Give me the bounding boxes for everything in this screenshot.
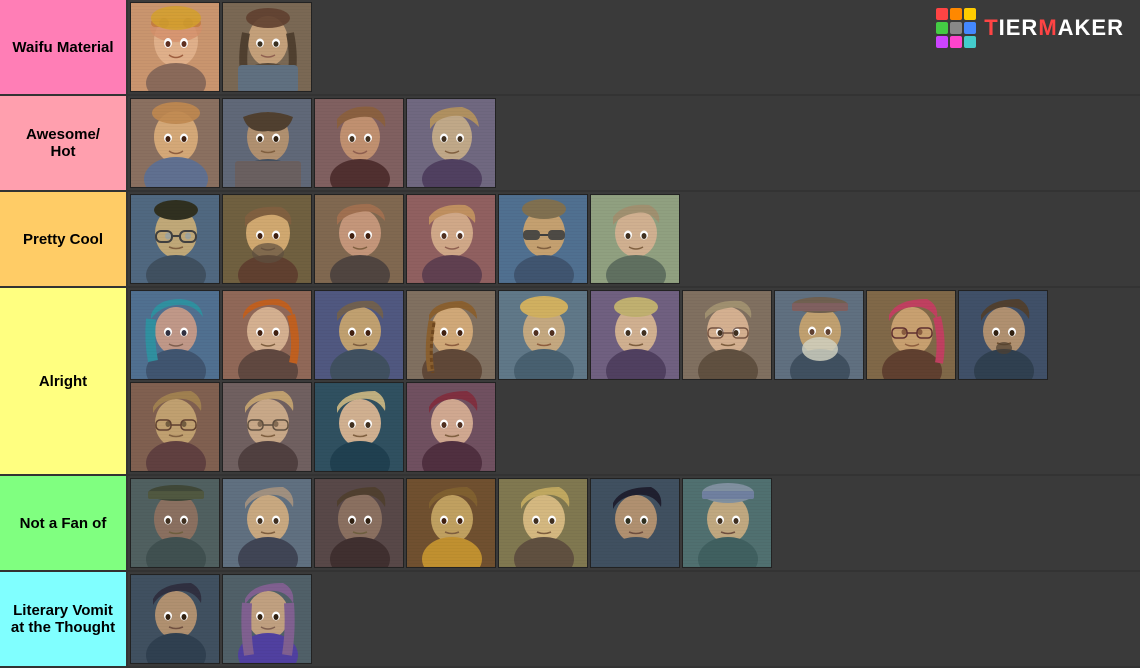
char-portrait[interactable] — [498, 290, 588, 380]
char-portrait[interactable] — [406, 290, 496, 380]
tier-label-waifu: Waifu Material — [0, 0, 128, 94]
char-portrait[interactable] — [590, 290, 680, 380]
tier-row-literary: Literary Vomit at the Thought — [0, 572, 1140, 668]
char-portrait[interactable] — [958, 290, 1048, 380]
tier-row-pretty: Pretty Cool — [0, 192, 1140, 288]
portrait-svg — [223, 291, 312, 380]
portrait-svg — [223, 99, 312, 188]
char-portrait[interactable] — [222, 2, 312, 92]
char-portrait[interactable] — [590, 194, 680, 284]
portrait-svg — [131, 3, 220, 92]
portrait-svg — [499, 291, 588, 380]
portrait-svg — [775, 291, 864, 380]
char-portrait[interactable] — [222, 290, 312, 380]
char-portrait[interactable] — [314, 98, 404, 188]
char-portrait[interactable] — [314, 478, 404, 568]
portrait-svg — [591, 195, 680, 284]
portrait-svg — [499, 195, 588, 284]
tier-content-pretty — [128, 192, 1140, 286]
logo-cell — [936, 22, 948, 34]
logo-text: TierMaker — [984, 15, 1124, 41]
portrait-svg — [499, 479, 588, 568]
portrait-svg — [315, 195, 404, 284]
portrait-svg — [315, 383, 404, 472]
portrait-svg — [591, 479, 680, 568]
logo-grid — [936, 8, 976, 48]
logo-cell — [964, 36, 976, 48]
portrait-svg — [407, 99, 496, 188]
tier-label-alright: Alright — [0, 288, 128, 474]
char-portrait[interactable] — [130, 194, 220, 284]
portrait-svg — [591, 291, 680, 380]
tier-content-notfan — [128, 476, 1140, 570]
tier-label-pretty: Pretty Cool — [0, 192, 128, 286]
portrait-svg — [223, 383, 312, 472]
char-portrait[interactable] — [130, 290, 220, 380]
char-portrait[interactable] — [498, 194, 588, 284]
logo-cell — [936, 8, 948, 20]
portrait-svg — [131, 479, 220, 568]
tier-table: TierMaker Waifu Material — [0, 0, 1140, 649]
char-portrait[interactable] — [130, 98, 220, 188]
portrait-svg — [315, 99, 404, 188]
tier-row-alright: Alright — [0, 288, 1140, 476]
logo-cell — [964, 8, 976, 20]
char-portrait[interactable] — [314, 290, 404, 380]
portrait-svg — [315, 479, 404, 568]
char-portrait[interactable] — [498, 478, 588, 568]
tier-label-awesome: Awesome/Hot — [0, 96, 128, 190]
char-portrait[interactable] — [222, 194, 312, 284]
char-portrait[interactable] — [774, 290, 864, 380]
tier-label-notfan: Not a Fan of — [0, 476, 128, 570]
tier-content-literary — [128, 572, 1140, 666]
portrait-svg — [223, 195, 312, 284]
tier-row-notfan: Not a Fan of — [0, 476, 1140, 572]
tiermaker-logo: TierMaker — [936, 8, 1124, 48]
portrait-svg — [223, 3, 312, 92]
char-portrait[interactable] — [682, 290, 772, 380]
tier-content-alright — [128, 288, 1140, 474]
portrait-svg — [683, 479, 772, 568]
portrait-svg — [407, 479, 496, 568]
portrait-svg — [959, 291, 1048, 380]
char-portrait[interactable] — [866, 290, 956, 380]
char-portrait[interactable] — [222, 382, 312, 472]
char-portrait[interactable] — [406, 478, 496, 568]
char-portrait[interactable] — [682, 478, 772, 568]
portrait-svg — [867, 291, 956, 380]
char-portrait[interactable] — [590, 478, 680, 568]
portrait-svg — [131, 99, 220, 188]
portrait-svg — [223, 479, 312, 568]
char-portrait[interactable] — [130, 382, 220, 472]
char-portrait[interactable] — [130, 574, 220, 664]
char-portrait[interactable] — [314, 382, 404, 472]
portrait-svg — [131, 383, 220, 472]
portrait-svg — [407, 383, 496, 472]
char-portrait[interactable] — [222, 574, 312, 664]
char-portrait[interactable] — [130, 2, 220, 92]
char-portrait[interactable] — [406, 98, 496, 188]
tier-label-literary: Literary Vomit at the Thought — [0, 572, 128, 666]
portrait-svg — [315, 291, 404, 380]
portrait-svg — [223, 575, 312, 664]
portrait-svg — [407, 291, 496, 380]
char-portrait[interactable] — [130, 478, 220, 568]
logo-cell — [950, 8, 962, 20]
logo-cell — [936, 36, 948, 48]
char-portrait[interactable] — [406, 382, 496, 472]
portrait-svg — [131, 291, 220, 380]
char-portrait[interactable] — [314, 194, 404, 284]
char-portrait[interactable] — [222, 478, 312, 568]
portrait-svg — [407, 195, 496, 284]
portrait-svg — [683, 291, 772, 380]
portrait-svg — [131, 575, 220, 664]
char-portrait[interactable] — [222, 98, 312, 188]
char-portrait[interactable] — [406, 194, 496, 284]
tier-row-awesome: Awesome/Hot — [0, 96, 1140, 192]
tier-content-awesome — [128, 96, 1140, 190]
logo-cell — [964, 22, 976, 34]
portrait-svg — [131, 195, 220, 284]
logo-cell — [950, 22, 962, 34]
logo-cell — [950, 36, 962, 48]
